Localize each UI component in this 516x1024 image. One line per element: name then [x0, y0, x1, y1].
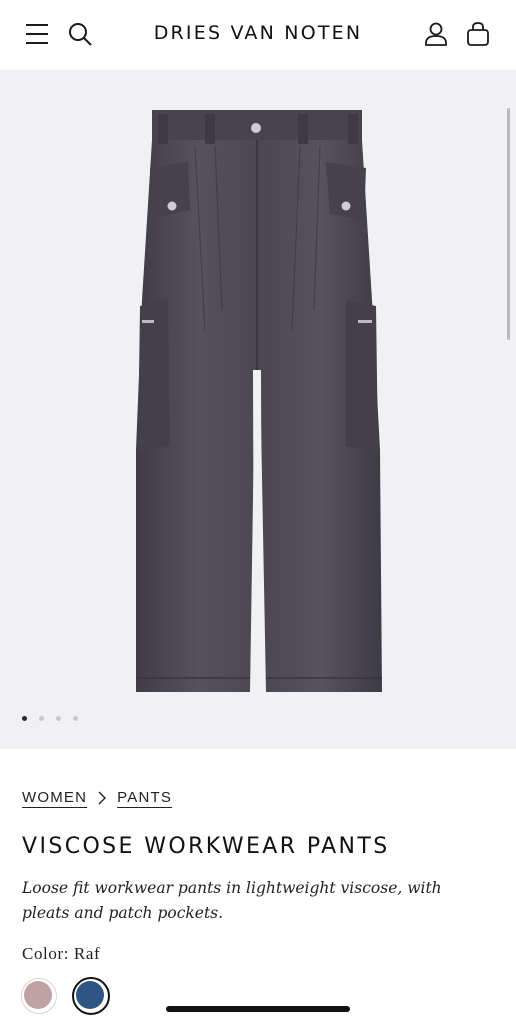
account-icon[interactable]: [423, 21, 449, 47]
home-indicator: [166, 1006, 350, 1012]
color-swatch-raf[interactable]: [76, 981, 104, 1009]
color-swatch-rose[interactable]: [24, 981, 52, 1009]
breadcrumb: WOMEN PANTS: [22, 789, 172, 806]
pagination-dot[interactable]: [39, 716, 44, 721]
pagination-dot[interactable]: [56, 716, 61, 721]
gallery-pagination: [22, 716, 78, 721]
pagination-dot[interactable]: [22, 716, 27, 721]
pagination-dot[interactable]: [73, 716, 78, 721]
product-description: Loose fit workwear pants in lightweight …: [22, 879, 442, 922]
site-header: DRIES VAN NOTEN: [0, 0, 516, 70]
chevron-right-icon: [98, 791, 107, 804]
breadcrumb-pants[interactable]: PANTS: [117, 789, 172, 806]
color-label: Color: Raf: [22, 944, 101, 963]
product-gallery[interactable]: [0, 70, 516, 749]
bag-icon[interactable]: [465, 21, 491, 47]
breadcrumb-women[interactable]: WOMEN: [22, 789, 87, 806]
page-scrollbar[interactable]: [507, 108, 510, 340]
product-image: [136, 110, 382, 693]
product-title: VISCOSE WORKWEAR PANTS: [22, 834, 390, 859]
